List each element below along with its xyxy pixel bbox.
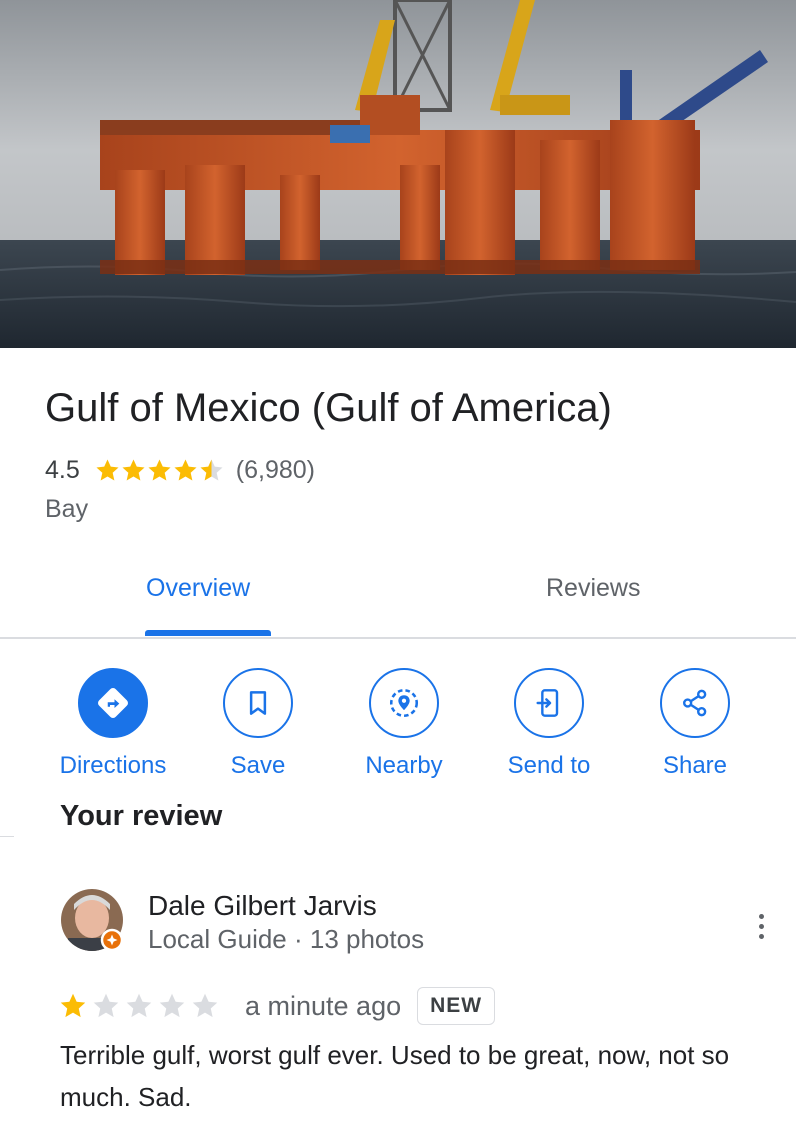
rating-summary[interactable]: 4.5 (6,980) <box>45 452 315 488</box>
new-badge: NEW <box>417 987 496 1025</box>
review-count[interactable]: (6,980) <box>236 456 315 485</box>
star-icon <box>122 458 145 481</box>
tab-overview[interactable]: Overview <box>146 574 250 603</box>
review-stars <box>58 991 223 1021</box>
active-tab-indicator <box>145 630 271 636</box>
star-icon <box>148 458 171 481</box>
share-icon <box>683 689 707 717</box>
star-icon <box>126 993 152 1018</box>
directions-icon <box>98 688 128 718</box>
more-options-icon[interactable] <box>746 906 776 946</box>
oil-rig-photo <box>0 0 796 348</box>
tab-bar: Overview Reviews <box>0 560 796 639</box>
star-icon <box>96 458 119 481</box>
review-rating-row: a minute ago NEW <box>58 985 496 1027</box>
directions-label: Directions <box>59 752 167 779</box>
place-title: Gulf of Mexico (Gulf of America) <box>45 386 612 430</box>
star-icon <box>159 993 185 1018</box>
send-to-phone-button[interactable]: Send to <box>484 668 614 780</box>
action-buttons: Directions Save Nearby Send to Share <box>0 668 796 788</box>
reviewer-avatar-image <box>61 889 124 952</box>
rating-stars <box>94 457 224 484</box>
nearby-button[interactable]: Nearby <box>339 668 469 780</box>
your-review-heading: Your review <box>60 800 223 832</box>
send-to-phone-icon <box>536 689 559 717</box>
reviewer-meta: Local Guide · 13 photos <box>148 924 425 954</box>
star-icon <box>192 993 218 1018</box>
review-text: Terrible gulf, worst gulf ever. Used to … <box>60 1040 730 1112</box>
star-icon <box>93 993 119 1018</box>
avatar[interactable] <box>60 888 124 952</box>
share-label: Share <box>662 752 728 779</box>
save-label: Save <box>230 752 286 779</box>
place-category: Bay <box>45 495 89 523</box>
star-icon <box>200 458 223 481</box>
share-button[interactable]: Share <box>630 668 760 780</box>
rating-value: 4.5 <box>45 455 80 484</box>
reviewer-name[interactable]: Dale Gilbert Jarvis <box>148 890 377 922</box>
bookmark-icon <box>249 691 267 715</box>
send-to-label: Send to <box>507 752 591 779</box>
star-icon <box>60 993 86 1018</box>
divider <box>0 836 14 837</box>
nearby-label: Nearby <box>365 752 443 779</box>
review-time: a minute ago <box>245 990 402 1021</box>
star-icon <box>174 458 197 481</box>
directions-button[interactable]: Directions <box>48 668 178 780</box>
place-photo[interactable] <box>0 0 796 348</box>
tab-reviews[interactable]: Reviews <box>546 574 640 603</box>
save-button[interactable]: Save <box>193 668 323 780</box>
nearby-icon <box>389 688 419 718</box>
